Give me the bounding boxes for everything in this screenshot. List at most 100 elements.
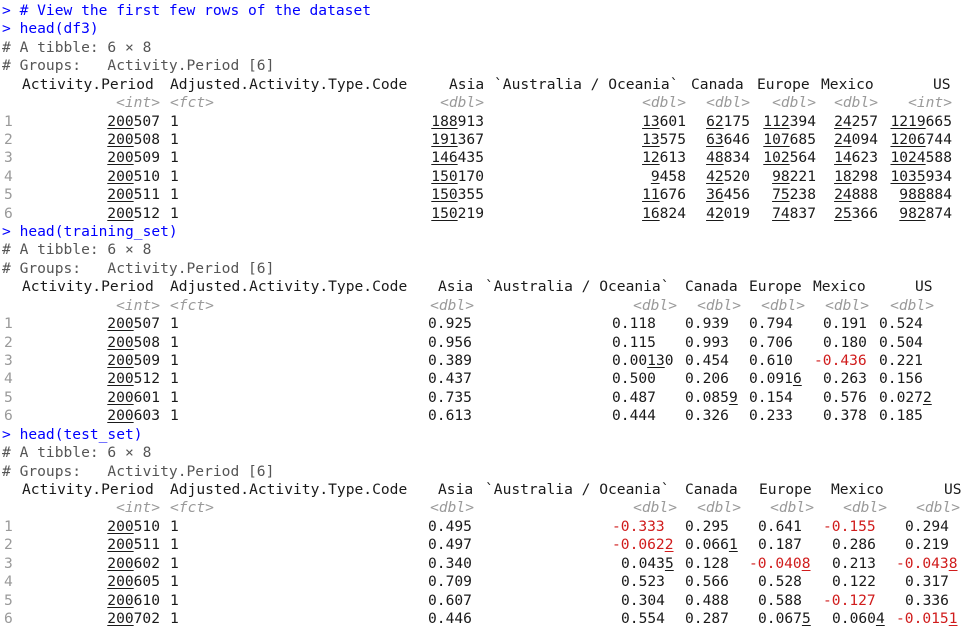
table-cell: 42520 — [706, 167, 750, 185]
table-row: 1 200507 1 0.925 0.118 0.939 0.794 0.191 0.524 — [0, 315, 976, 333]
column-type: <dbl> — [761, 296, 805, 314]
table-cell: 191367 — [431, 130, 484, 148]
table-cell: 0.0272 — [879, 388, 932, 406]
column-header: US — [933, 75, 951, 93]
table-cell: 0.588 — [758, 591, 802, 609]
column-type: <dbl> — [772, 94, 816, 112]
table-cell: 200605 — [107, 573, 160, 591]
table-cell: 0.154 — [749, 388, 793, 406]
column-header: `Australia / Oceania` — [485, 278, 670, 296]
table-cell: 0.340 — [428, 554, 472, 572]
table-cell: -0.0622 — [612, 536, 674, 554]
table-cell: 0.221 — [879, 352, 923, 370]
column-type: <dbl> — [825, 296, 869, 314]
table-cell: 0.613 — [428, 407, 472, 425]
table-cell: 1 — [170, 573, 179, 591]
table-cell: 0.0675 — [758, 609, 811, 627]
table-cell: 0.0604 — [832, 609, 885, 627]
table-row: 4 200512 1 0.437 0.500 0.206 0.0916 0.263 0.156 — [0, 370, 976, 388]
table-cell: 0.0859 — [685, 388, 738, 406]
table-cell: 9458 — [650, 167, 686, 185]
table-cell: 1 — [170, 333, 179, 351]
console-comment-line: # A tibble: 6 × 8 — [2, 38, 152, 56]
column-type: <int> — [116, 499, 160, 517]
table-cell: 24257 — [834, 112, 878, 130]
column-type: <int> — [908, 94, 952, 112]
column-type: <dbl> — [890, 296, 934, 314]
table-cell: 0.794 — [749, 315, 793, 333]
table-cell: 0.219 — [905, 536, 949, 554]
table-cell: 0.213 — [832, 554, 876, 572]
table-cell: -0.436 — [814, 352, 867, 370]
table-row: 1 200507 1 188913 13601 62175 112394 24257 12196… — [0, 113, 976, 131]
table-cell: 0.326 — [685, 407, 729, 425]
table-cell: 0.487 — [612, 388, 656, 406]
table-cell: 1 — [170, 186, 179, 204]
table-cell: 0.187 — [758, 536, 802, 554]
table-type-row: <int> <fct> <dbl> <dbl> <dbl> <dbl> <dbl> <dbl> — [0, 297, 976, 315]
table-row: 6 200702 1 0.446 0.554 0.287 0.0675 0.0604 -0.01… — [0, 610, 976, 628]
table-cell: 1 — [170, 315, 179, 333]
table-cell: 200512 — [107, 370, 160, 388]
console-comment-line: # Groups: Activity.Period [6] — [2, 462, 275, 480]
table-cell: 1 — [170, 536, 179, 554]
table-cell: 0.706 — [749, 333, 793, 351]
column-header: Europe — [759, 480, 812, 498]
table-cell: 150170 — [431, 167, 484, 185]
table-cell: 1 — [170, 388, 179, 406]
table-cell: 0.956 — [428, 333, 472, 351]
table-cell: 150355 — [431, 186, 484, 204]
column-header: Adjusted.Activity.Type.Code — [170, 75, 408, 93]
table-cell: 0.115 — [612, 333, 656, 351]
table-cell: 48834 — [706, 149, 750, 167]
table-cell: 1 — [170, 167, 179, 185]
table-cell: 200507 — [107, 315, 160, 333]
table-cell: 16824 — [642, 204, 686, 222]
console-command-line: > head(df3) — [2, 20, 99, 38]
table-header-row: Activity.Period Adjusted.Activity.Type.Co… — [0, 481, 976, 499]
table-cell: 0.336 — [905, 591, 949, 609]
table-cell: 25366 — [834, 204, 878, 222]
table-cell: 0.00130 — [612, 352, 674, 370]
table-cell: 200509 — [107, 149, 160, 167]
table-cell: 0.939 — [685, 315, 729, 333]
column-type: <dbl> — [697, 499, 741, 517]
table-cell: 0.437 — [428, 370, 472, 388]
column-type: <dbl> — [633, 296, 677, 314]
row-index: 1 — [4, 112, 13, 130]
table-cell: 13575 — [642, 130, 686, 148]
row-index: 5 — [4, 186, 13, 204]
table-cell: 11676 — [642, 186, 686, 204]
table-cell: 1206744 — [890, 130, 952, 148]
table-cell: 0.156 — [879, 370, 923, 388]
table-cell: 0.0916 — [749, 370, 802, 388]
table-cell: 0.528 — [758, 573, 802, 591]
column-type: <int> — [116, 296, 160, 314]
column-type: <dbl> — [916, 499, 960, 517]
table-cell: 200603 — [107, 407, 160, 425]
table-cell: 0.454 — [685, 352, 729, 370]
table-cell: 0.925 — [428, 315, 472, 333]
console-comment-line: # Groups: Activity.Period [6] — [2, 57, 275, 75]
column-header: `Australia / Oceania` — [494, 75, 679, 93]
table-cell: 0.191 — [823, 315, 867, 333]
table-row: 5 200601 1 0.735 0.487 0.0859 0.154 0.576 0.0272 — [0, 389, 976, 407]
table-cell: 200702 — [107, 609, 160, 627]
column-header: Adjusted.Activity.Type.Code — [170, 480, 408, 498]
r-console-output[interactable]: > # View the first few rows of the datas… — [0, 0, 976, 630]
table-row: 5 200610 1 0.607 0.304 0.488 0.588 -0.127 0.336 — [0, 592, 976, 610]
column-type: <dbl> — [440, 94, 484, 112]
table-row: 2 200511 1 0.497 -0.0622 0.0661 0.187 0.286 0.21… — [0, 536, 976, 554]
console-command-line: > head(test_set) — [2, 425, 143, 443]
table-row: 4 200510 1 150170 9458 42520 98221 18298 1035934 — [0, 168, 976, 186]
column-header: Adjusted.Activity.Type.Code — [170, 278, 408, 296]
table-cell: 0.0435 — [621, 554, 674, 572]
row-index: 4 — [4, 167, 13, 185]
column-header: Activity.Period — [22, 278, 154, 296]
column-type: <dbl> — [697, 296, 741, 314]
column-type: <dbl> — [834, 94, 878, 112]
table-row: 3 200509 1 146435 12613 48834 102564 14623 10245… — [0, 149, 976, 167]
table-cell: 75238 — [772, 186, 816, 204]
table-cell: 0.500 — [612, 370, 656, 388]
table-cell: 200508 — [107, 333, 160, 351]
